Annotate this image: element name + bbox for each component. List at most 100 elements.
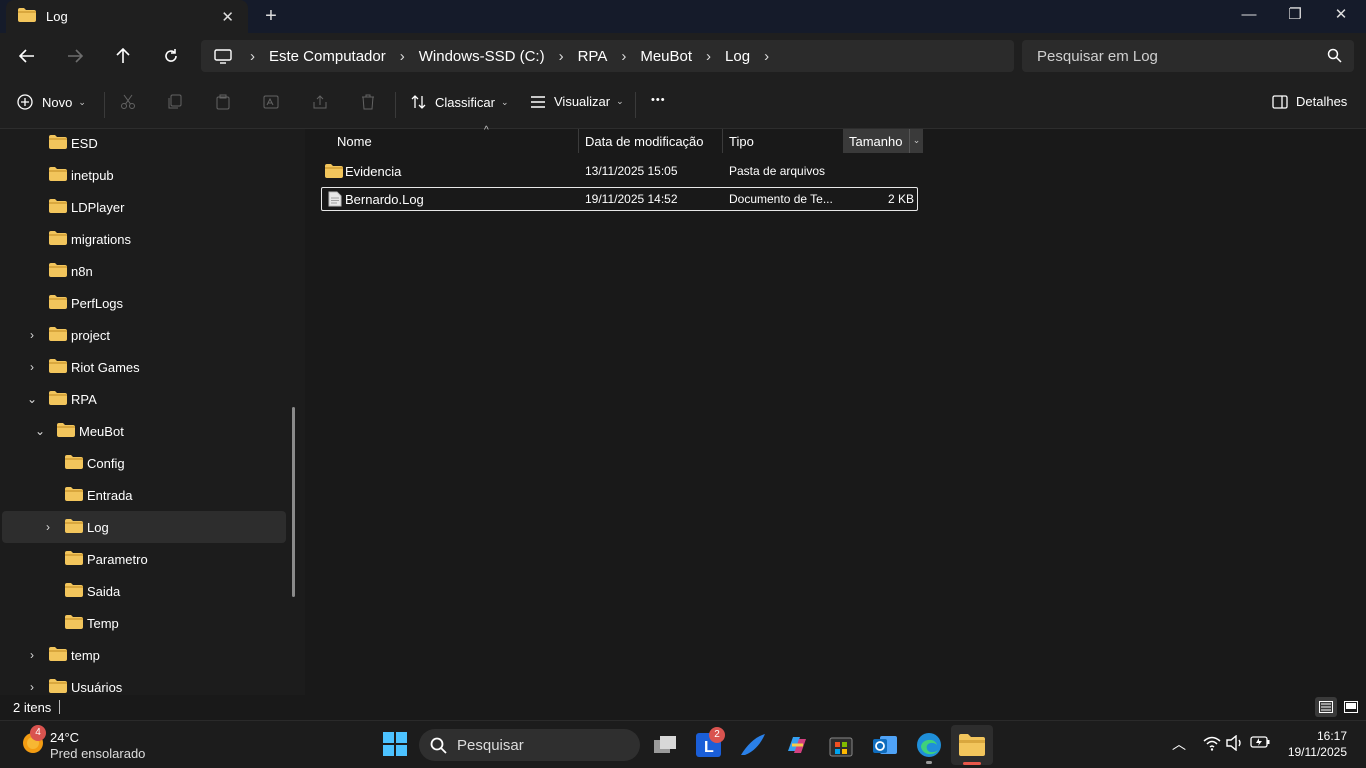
minimize-button[interactable]: — <box>1226 4 1272 28</box>
address-bar[interactable]: › Este Computador › Windows-SSD (C:) › R… <box>201 40 1014 72</box>
chevron-down-icon[interactable]: ⌄ <box>34 425 46 437</box>
nav-item-n8n[interactable]: n8n <box>2 255 286 287</box>
nav-item-inetpub[interactable]: inetpub <box>2 159 286 191</box>
delete-button[interactable] <box>360 94 376 110</box>
outlook-icon[interactable] <box>871 731 899 759</box>
breadcrumb-meubot[interactable]: MeuBot <box>640 48 692 65</box>
chevron-right-icon[interactable]: › <box>559 48 564 65</box>
nav-item-entrada[interactable]: Entrada <box>2 479 286 511</box>
weather-temp[interactable]: 24°C <box>50 730 79 745</box>
sort-button[interactable]: Classificar ⌄ <box>411 94 509 110</box>
nav-item-saida[interactable]: Saida <box>2 575 286 607</box>
tab-log[interactable]: Log ✕ <box>6 0 248 33</box>
nav-item-esd[interactable]: ESD <box>2 129 286 159</box>
chevron-down-icon: ⌄ <box>616 96 624 106</box>
rename-button[interactable] <box>263 94 279 110</box>
chevron-right-icon[interactable]: › <box>42 521 54 533</box>
chevron-down-icon[interactable]: ⌄ <box>26 393 38 405</box>
chevron-right-icon[interactable]: › <box>621 48 626 65</box>
close-window-button[interactable]: ✕ <box>1318 4 1364 28</box>
view-button[interactable]: Visualizar ⌄ <box>530 94 624 109</box>
chevron-right-icon[interactable]: › <box>764 48 769 65</box>
column-header-type[interactable]: Tipo <box>729 129 842 153</box>
nav-item-temp[interactable]: Temp <box>2 607 286 639</box>
store-icon[interactable] <box>827 731 855 759</box>
back-button[interactable] <box>15 44 39 68</box>
column-divider[interactable] <box>722 129 723 153</box>
wifi-icon[interactable] <box>1203 735 1221 754</box>
breadcrumb-log[interactable]: Log <box>725 48 750 65</box>
chevron-right-icon[interactable]: › <box>26 361 38 373</box>
breadcrumb-windows-ssd[interactable]: Windows-SSD (C:) <box>419 48 545 65</box>
nav-item-label: LDPlayer <box>71 199 125 215</box>
breadcrumb-rpa[interactable]: RPA <box>578 48 608 65</box>
nav-item-rpa[interactable]: ⌄ RPA <box>2 383 286 415</box>
nav-item-config[interactable]: Config <box>2 447 286 479</box>
file-row[interactable]: Bernardo.Log 19/11/2025 14:52 Documento … <box>321 187 918 211</box>
new-tab-button[interactable]: + <box>262 5 280 28</box>
nav-item-temp-root[interactable]: › temp <box>2 639 286 671</box>
folder-icon <box>49 263 67 280</box>
file-list[interactable]: Nome ^ Data de modificação Tipo Tamanho … <box>305 125 1366 695</box>
share-button[interactable] <box>312 94 328 110</box>
close-tab-icon[interactable]: ✕ <box>221 8 234 26</box>
up-button[interactable] <box>111 44 135 68</box>
taskbar-search[interactable]: Pesquisar <box>419 729 640 761</box>
clock-time[interactable]: 16:17 <box>1316 729 1347 743</box>
chevron-right-icon[interactable]: › <box>706 48 711 65</box>
details-view-toggle[interactable] <box>1315 697 1337 717</box>
battery-icon[interactable] <box>1250 735 1270 752</box>
nav-item-riot-games[interactable]: › Riot Games <box>2 351 286 383</box>
nav-item-migrations[interactable]: migrations <box>2 223 286 255</box>
new-button[interactable]: Novo ⌄ <box>17 94 86 110</box>
edge-icon[interactable] <box>915 731 943 764</box>
file-row[interactable]: Evidencia 13/11/2025 15:05 Pasta de arqu… <box>321 159 918 183</box>
column-header-size[interactable]: Tamanho ⌄ <box>843 129 923 153</box>
l-app-icon[interactable]: L 2 <box>695 727 725 759</box>
windows-start-icon[interactable] <box>382 731 410 759</box>
refresh-button[interactable] <box>159 44 183 68</box>
chevron-right-icon[interactable]: › <box>26 681 38 693</box>
breadcrumb-este-computador[interactable]: Este Computador <box>269 48 386 65</box>
more-options-button[interactable]: ••• <box>651 94 666 106</box>
app-icon-blue-wing[interactable] <box>739 731 767 759</box>
search-input[interactable]: Pesquisar em Log <box>1022 40 1354 72</box>
nav-item-perflogs[interactable]: PerfLogs <box>2 287 286 319</box>
volume-icon[interactable] <box>1226 734 1244 754</box>
arrow-right-icon <box>68 49 83 63</box>
address-row: › Este Computador › Windows-SSD (C:) › R… <box>0 33 1366 80</box>
tiles-view-toggle[interactable] <box>1341 697 1361 717</box>
file-explorer-taskbar-button[interactable] <box>951 725 993 765</box>
chevron-right-icon[interactable]: › <box>26 649 38 661</box>
paste-button[interactable] <box>215 94 231 110</box>
nav-item-ldplayer[interactable]: LDPlayer <box>2 191 286 223</box>
sort-label: Classificar <box>435 94 495 110</box>
chevron-right-icon[interactable]: › <box>26 329 38 341</box>
task-view-icon[interactable] <box>651 731 679 759</box>
column-header-modified[interactable]: Data de modificação <box>585 129 723 153</box>
navigation-pane[interactable]: ESD inetpub LDPlayer migrations n8n Perf… <box>0 129 305 695</box>
column-divider[interactable] <box>578 129 579 153</box>
maximize-button[interactable]: ❐ <box>1272 4 1318 28</box>
nav-item-usuarios[interactable]: › Usuários <box>2 671 286 695</box>
forward-button[interactable] <box>63 44 87 68</box>
nav-item-log[interactable]: › Log <box>2 511 286 543</box>
chevron-down-icon[interactable]: ⌄ <box>909 129 923 153</box>
chevron-right-icon[interactable]: › <box>400 48 405 65</box>
folder-icon <box>49 231 67 248</box>
clock-date[interactable]: 19/11/2025 <box>1285 745 1347 759</box>
nav-item-parametro[interactable]: Parametro <box>2 543 286 575</box>
cut-button[interactable] <box>120 94 136 110</box>
weather-widget-icon[interactable]: 4 <box>20 725 46 756</box>
copy-button[interactable] <box>167 94 183 110</box>
nav-item-meubot[interactable]: ⌄ MeuBot <box>2 415 286 447</box>
nav-item-project[interactable]: › project <box>2 319 286 351</box>
column-header-name[interactable]: Nome ^ <box>337 125 577 153</box>
nav-scrollbar[interactable] <box>292 407 295 597</box>
details-button[interactable]: Detalhes <box>1272 94 1347 109</box>
l-app-badge: 2 <box>709 727 725 743</box>
copilot-icon[interactable] <box>783 731 811 759</box>
weather-desc[interactable]: Pred ensolarado <box>50 746 145 761</box>
show-hidden-icons-chevron-up-icon[interactable]: ︿ <box>1172 734 1186 754</box>
column-name-label: Nome <box>337 133 372 149</box>
